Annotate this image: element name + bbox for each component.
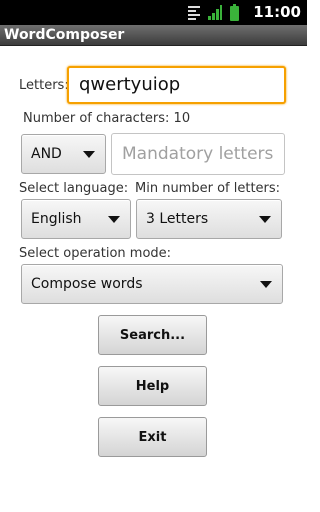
- letters-input[interactable]: qwertyuiop: [67, 66, 286, 104]
- clock: 11:00: [253, 3, 301, 21]
- sim-card-icon: [188, 5, 200, 20]
- dropdown-arrow-icon: [83, 151, 95, 158]
- character-count: Number of characters: 10: [23, 111, 191, 126]
- dropdown-arrow-icon: [260, 281, 272, 288]
- min-letters-select[interactable]: 3 Letters: [136, 199, 282, 239]
- app-title: WordComposer: [4, 27, 125, 43]
- dropdown-arrow-icon: [108, 216, 120, 223]
- min-letters-value: 3 Letters: [146, 211, 209, 227]
- signal-icon: [208, 5, 222, 20]
- dropdown-arrow-icon: [259, 216, 271, 223]
- language-value: English: [31, 211, 82, 227]
- operation-mode-select[interactable]: Compose words: [21, 264, 283, 304]
- logic-operator-select[interactable]: AND: [21, 134, 106, 174]
- search-button[interactable]: Search...: [98, 315, 207, 355]
- status-bar: 11:00: [0, 0, 307, 25]
- letters-label: Letters:: [19, 78, 69, 93]
- logic-operator-value: AND: [31, 146, 62, 162]
- operation-mode-value: Compose words: [31, 276, 143, 292]
- title-bar: WordComposer: [0, 25, 307, 46]
- mode-label: Select operation mode:: [19, 246, 172, 261]
- min-letters-label: Min number of letters:: [135, 181, 281, 196]
- language-label: Select language:: [19, 181, 129, 196]
- help-button[interactable]: Help: [98, 366, 207, 406]
- language-select[interactable]: English: [21, 199, 131, 239]
- mandatory-letters-input[interactable]: [111, 133, 285, 175]
- battery-icon: [230, 3, 239, 21]
- exit-button[interactable]: Exit: [98, 417, 207, 457]
